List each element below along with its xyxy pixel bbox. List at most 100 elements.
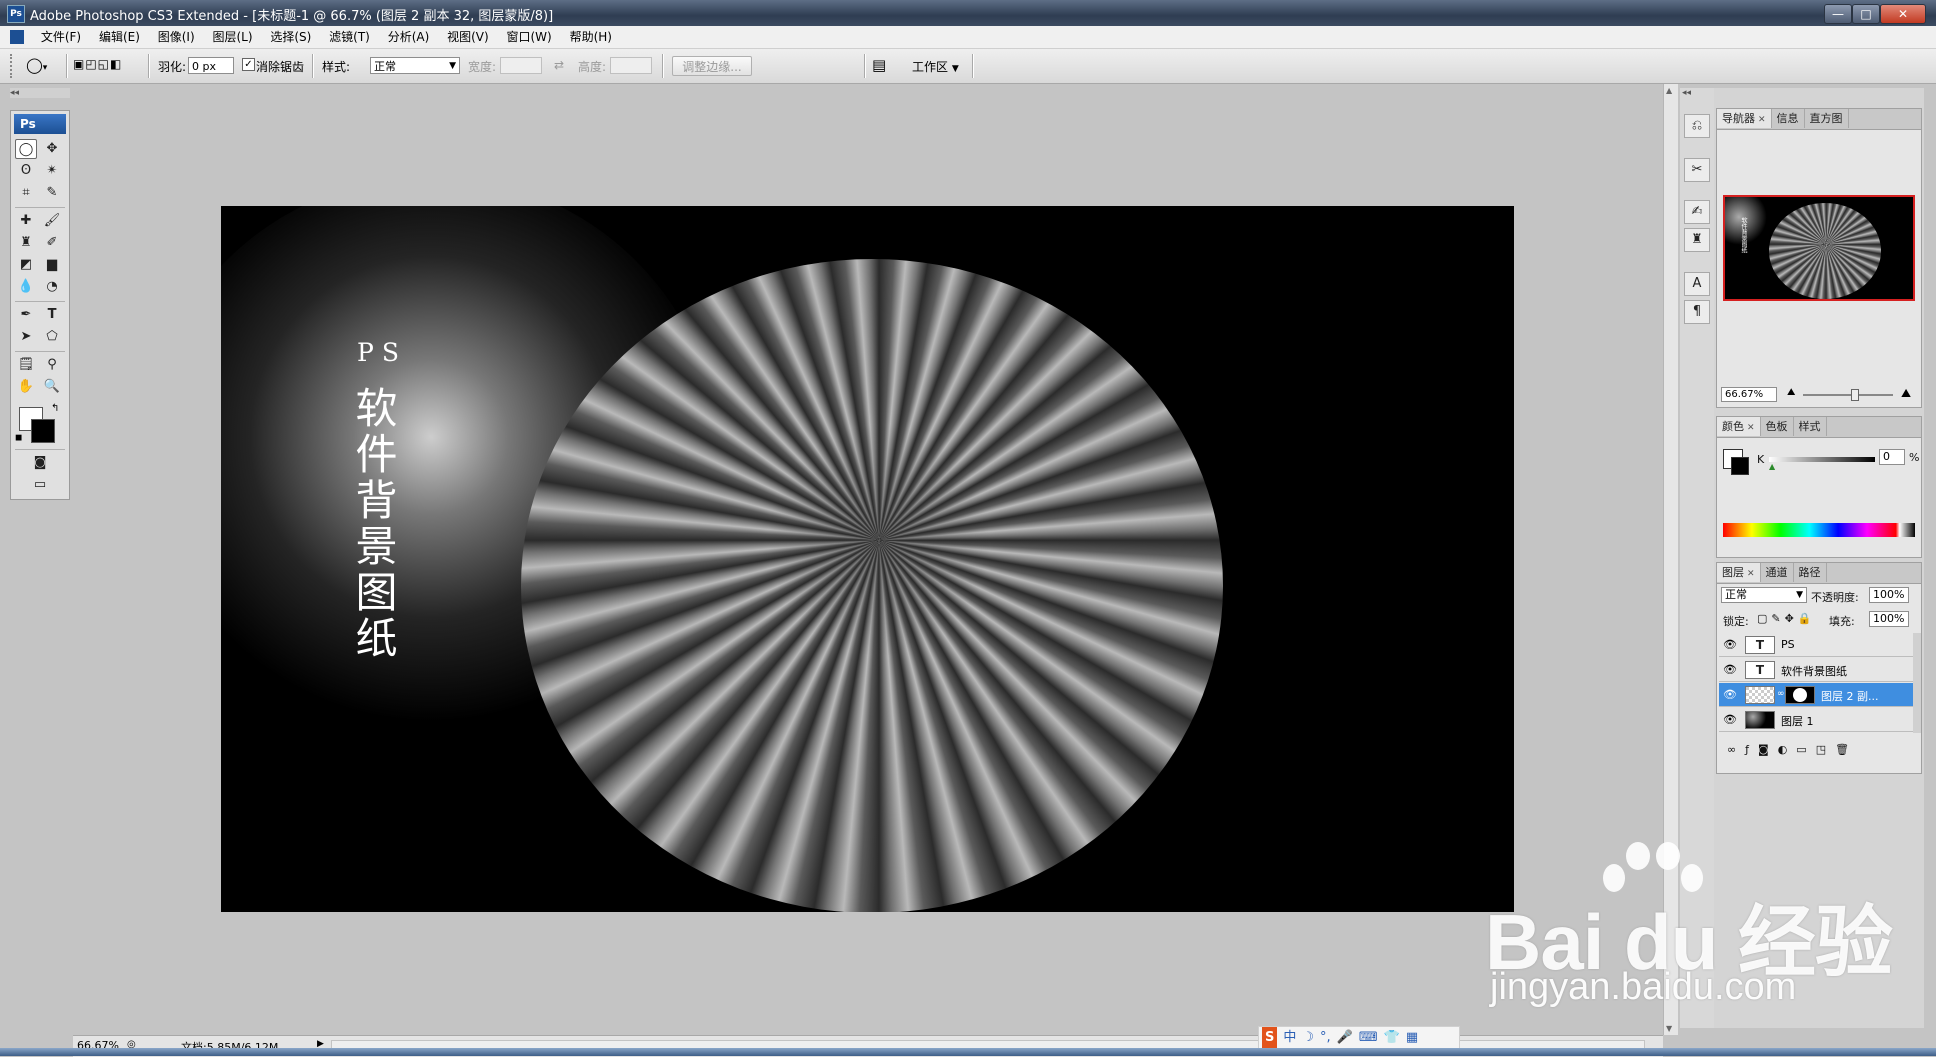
tab-navigator[interactable]: 导航器 ✕: [1717, 109, 1772, 128]
close-button[interactable]: ✕: [1880, 4, 1926, 24]
toolbox-ps-logo[interactable]: Ps: [14, 114, 66, 134]
document-icon[interactable]: [10, 30, 24, 44]
eye-icon[interactable]: 👁: [1723, 713, 1737, 726]
link-icon[interactable]: ∞: [1777, 689, 1785, 699]
brushes-panel-icon[interactable]: ✍: [1684, 200, 1710, 224]
quick-mask-icon[interactable]: ◙: [29, 453, 51, 473]
path-selection-tool-icon[interactable]: ➤: [15, 327, 37, 347]
eye-icon[interactable]: 👁: [1723, 638, 1737, 651]
maximize-button[interactable]: □: [1852, 4, 1880, 24]
tab-layers[interactable]: 图层 ✕: [1717, 563, 1761, 582]
layers-scrollbar[interactable]: [1913, 633, 1921, 733]
menu-window[interactable]: 窗口(W): [500, 26, 559, 48]
refine-edge-button[interactable]: 调整边缘...: [672, 56, 752, 76]
blur-tool-icon[interactable]: 💧: [15, 277, 37, 297]
tab-channels[interactable]: 通道: [1761, 563, 1794, 582]
ime-moon-icon[interactable]: ☽: [1302, 1027, 1314, 1049]
layer-row[interactable]: 👁 图层 1: [1719, 708, 1917, 732]
width-input[interactable]: [500, 57, 542, 74]
blend-mode-select[interactable]: 正常 ▼: [1721, 587, 1807, 603]
tab-styles[interactable]: 样式: [1794, 417, 1827, 436]
tab-paths[interactable]: 路径: [1794, 563, 1827, 582]
menu-filter[interactable]: 滤镜(T): [322, 26, 377, 48]
pen-tool-icon[interactable]: ✒: [15, 305, 37, 325]
magic-wand-tool-icon[interactable]: ✴: [41, 161, 63, 181]
clone-source-panel-icon[interactable]: ♜: [1684, 228, 1710, 252]
notes-tool-icon[interactable]: 🗒: [15, 355, 37, 375]
elliptical-marquee-preset-icon[interactable]: ◯▾: [26, 56, 47, 74]
ime-keyboard-icon[interactable]: ⌨: [1359, 1027, 1378, 1049]
height-input[interactable]: [610, 57, 652, 74]
move-tool-icon[interactable]: ✥: [41, 139, 63, 159]
layer-row[interactable]: 👁 T 软件背景图纸: [1719, 658, 1917, 682]
sogou-icon[interactable]: S: [1262, 1027, 1278, 1049]
tab-histogram[interactable]: 直方图: [1805, 109, 1849, 128]
history-panel-icon[interactable]: ⎌: [1684, 114, 1710, 138]
photoshop-app-icon[interactable]: Ps: [7, 5, 25, 23]
navigator-preview[interactable]: 软件背景图纸: [1723, 195, 1915, 301]
tool-presets-panel-icon[interactable]: ✂: [1684, 158, 1710, 182]
zoom-in-icon[interactable]: ⛰: [1901, 386, 1911, 401]
bridge-icon[interactable]: ▤: [872, 56, 886, 74]
options-grip[interactable]: [10, 54, 18, 78]
eraser-tool-icon[interactable]: ◩: [15, 255, 37, 275]
ime-chinese-mode[interactable]: 中: [1283, 1027, 1296, 1049]
tab-info[interactable]: 信息: [1772, 109, 1805, 128]
eyedropper-tool-icon[interactable]: ⚲: [41, 355, 63, 375]
color-k-slider[interactable]: [1769, 457, 1875, 462]
character-panel-icon[interactable]: A: [1684, 272, 1710, 296]
layer-row[interactable]: 👁 T PS: [1719, 633, 1917, 657]
navigator-zoom-input[interactable]: 66.67%: [1721, 387, 1777, 402]
brush-tool-icon[interactable]: 🖌: [41, 211, 63, 231]
gradient-tool-icon[interactable]: ▆: [41, 255, 63, 275]
color-spectrum-bar[interactable]: [1723, 523, 1915, 537]
zoom-out-icon[interactable]: ⛰: [1787, 387, 1795, 398]
history-brush-tool-icon[interactable]: ✐: [41, 233, 63, 253]
type-tool-icon[interactable]: T: [41, 305, 63, 325]
healing-brush-tool-icon[interactable]: ✚: [15, 211, 37, 231]
tab-color[interactable]: 颜色 ✕: [1717, 417, 1761, 436]
menu-analysis[interactable]: 分析(A): [381, 26, 437, 48]
color-slider-thumb[interactable]: ▲: [1769, 462, 1775, 471]
document-workspace[interactable]: PS 软件背景图纸: [73, 84, 1663, 1035]
swap-icon[interactable]: ⇄: [554, 58, 564, 72]
layer-mask-thumb[interactable]: [1785, 686, 1815, 704]
ime-menu-icon[interactable]: ▦: [1406, 1027, 1418, 1049]
shape-tool-icon[interactable]: ⬠: [41, 327, 63, 347]
ime-punct-icon[interactable]: °,: [1320, 1027, 1331, 1049]
menu-edit[interactable]: 编辑(E): [92, 26, 147, 48]
lock-icons[interactable]: ▢✎✥🔒: [1757, 612, 1816, 625]
elliptical-marquee-tool-icon[interactable]: ◯: [15, 139, 37, 159]
selection-mode-icons[interactable]: ▣◰◱◧: [73, 57, 122, 71]
dodge-tool-icon[interactable]: ◔: [41, 277, 63, 297]
zoom-slider[interactable]: [1803, 389, 1893, 401]
menu-view[interactable]: 视图(V): [440, 26, 496, 48]
paragraph-panel-icon[interactable]: ¶: [1684, 300, 1710, 324]
zoom-tool-icon[interactable]: 🔍: [41, 377, 63, 397]
zoom-slider-thumb[interactable]: [1851, 389, 1859, 401]
menu-help[interactable]: 帮助(H): [563, 26, 619, 48]
strip-collapse-icon[interactable]: ◂◂: [1682, 88, 1691, 98]
layers-footer-icons[interactable]: ∞ƒ◙◐▭◳🗑: [1727, 743, 1858, 756]
hand-tool-icon[interactable]: ✋: [15, 377, 37, 397]
workspace-label[interactable]: 工作区 ▼: [912, 58, 959, 75]
slice-tool-icon[interactable]: ✎: [41, 183, 63, 203]
layer-row-selected[interactable]: 👁 ∞ 图层 2 副...: [1719, 683, 1917, 707]
screen-mode-icon[interactable]: ▭: [29, 475, 51, 495]
color-value-input[interactable]: 0: [1879, 449, 1905, 465]
minimize-button[interactable]: —: [1824, 4, 1852, 24]
scroll-up-icon[interactable]: ▲: [1666, 86, 1672, 95]
ime-mic-icon[interactable]: 🎤: [1337, 1027, 1353, 1049]
antialias-checkbox[interactable]: ✓: [242, 56, 255, 71]
default-colors-icon[interactable]: ◼: [15, 433, 22, 443]
toolbox-grip[interactable]: ◂◂: [10, 88, 70, 98]
lasso-tool-icon[interactable]: ʘ: [15, 161, 37, 181]
clone-stamp-tool-icon[interactable]: ♜: [15, 233, 37, 253]
opacity-input[interactable]: 100%: [1869, 587, 1909, 603]
menu-file[interactable]: 文件(F): [34, 26, 88, 48]
document-canvas[interactable]: PS 软件背景图纸: [221, 206, 1514, 912]
eye-icon[interactable]: 👁: [1723, 688, 1737, 701]
fill-input[interactable]: 100%: [1869, 611, 1909, 627]
crop-tool-icon[interactable]: ⌗: [15, 183, 37, 203]
menu-select[interactable]: 选择(S): [263, 26, 318, 48]
